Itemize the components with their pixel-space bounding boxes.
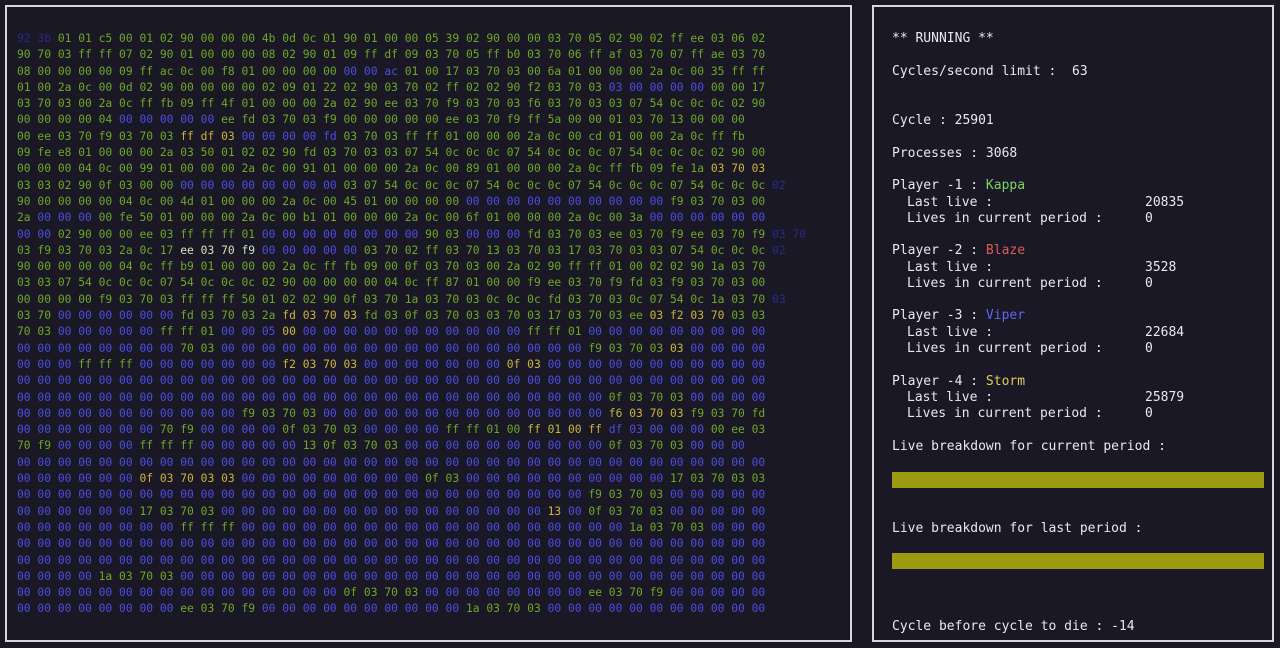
cycle-to-die-label: Cycle before cycle to die : bbox=[892, 619, 1104, 634]
player-3-last-live-value: 22684 bbox=[1145, 325, 1185, 340]
player-1-lives-label: Lives in current period : bbox=[907, 211, 1103, 226]
memory-row: 00 00 00 00 00 00 00 00 ff ff ff 00 00 0… bbox=[17, 520, 766, 534]
memory-row: 01 00 2a 0c 00 0d 02 90 00 00 00 00 02 0… bbox=[17, 80, 766, 94]
cycles-limit-value: 63 bbox=[1072, 64, 1088, 79]
run-state: ** RUNNING ** bbox=[892, 31, 994, 46]
memory-row: 03 70 00 00 00 00 00 00 fd 03 70 03 2a f… bbox=[17, 309, 766, 323]
processes-row: Processes : 3068 bbox=[892, 146, 1017, 161]
player-4-label: Player -4 : bbox=[892, 374, 979, 389]
player-4-name: Storm bbox=[985, 374, 1026, 389]
player-2-name: Blaze bbox=[985, 243, 1026, 258]
player-3-label: Player -3 : bbox=[892, 308, 979, 323]
memory-row: 00 00 00 00 00 00 00 00 00 00 00 00 00 0… bbox=[17, 390, 766, 404]
memory-row: 00 00 00 ff ff ff 00 00 00 00 00 00 00 f… bbox=[17, 357, 766, 371]
player-1-header: Player -1 : Kappa bbox=[892, 178, 1025, 193]
player-4-last-live-label: Last live : bbox=[907, 390, 994, 405]
player-4-header: Player -4 : Storm bbox=[892, 374, 1025, 389]
cycle-value: 25901 bbox=[954, 113, 994, 128]
player-4-lives-value: 0 bbox=[1145, 406, 1153, 421]
memory-row: 00 00 02 90 00 00 ee 03 ff ff ff 01 00 0… bbox=[17, 227, 807, 241]
memory-row: 00 00 00 00 04 00 00 00 00 00 ee fd 03 7… bbox=[17, 113, 745, 127]
memory-row: 00 00 00 00 00 00 00 00 ee 03 70 f9 00 0… bbox=[17, 602, 766, 616]
processes-value: 3068 bbox=[985, 146, 1018, 161]
player-2-lives-label: Lives in current period : bbox=[907, 276, 1103, 291]
status-panel: ** RUNNING ** Cycles/second limit : 63 C… bbox=[872, 5, 1274, 642]
player-1-label: Player -1 : bbox=[892, 178, 979, 193]
player-1-last-live-label: Last live : bbox=[907, 195, 994, 210]
player-3-lives-value: 0 bbox=[1145, 341, 1153, 356]
memory-row: 00 00 00 00 f9 03 70 03 ff ff ff 50 01 0… bbox=[17, 292, 786, 306]
cycle-row: Cycle : 25901 bbox=[892, 113, 994, 128]
cycles-limit-row: Cycles/second limit : 63 bbox=[892, 64, 1088, 79]
memory-row: 00 00 00 00 00 00 00 70 f9 00 00 00 00 0… bbox=[17, 423, 766, 437]
player-2-label: Player -2 : bbox=[892, 243, 979, 258]
memory-row: 70 03 00 00 00 00 00 ff ff 01 00 00 05 0… bbox=[17, 325, 766, 339]
memory-row: 00 00 00 00 00 00 00 00 00 00 00 00 00 0… bbox=[17, 553, 766, 567]
breakdown-current-label: Live breakdown for current period : bbox=[892, 439, 1166, 454]
player-3-last-live-label: Last live : bbox=[907, 325, 994, 340]
memory-row: 90 70 03 ff ff 07 02 90 01 00 00 00 08 0… bbox=[17, 48, 766, 62]
memory-row: 00 00 00 00 00 00 00 00 00 00 00 00 00 0… bbox=[17, 488, 766, 502]
memory-row: 00 00 00 04 0c 00 99 01 00 00 00 2a 0c 0… bbox=[17, 162, 766, 176]
memory-row: 00 00 00 00 00 00 00 00 00 00 00 00 00 0… bbox=[17, 537, 766, 551]
player-2-header: Player -2 : Blaze bbox=[892, 243, 1025, 258]
memory-row: 08 00 00 00 00 09 ff ac 0c 00 f8 01 00 0… bbox=[17, 64, 766, 78]
player-3-lives-label: Lives in current period : bbox=[907, 341, 1103, 356]
memory-row: 70 f9 00 00 00 00 ff ff ff 00 00 00 00 0… bbox=[17, 439, 745, 453]
player-1-lives-value: 0 bbox=[1145, 211, 1153, 226]
cycle-to-die-row: Cycle before cycle to die : -14 bbox=[892, 619, 1135, 634]
memory-row: 00 00 00 00 00 00 00 00 00 00 00 00 00 0… bbox=[17, 586, 766, 600]
memory-row: 00 ee 03 70 f9 03 70 03 ff df 03 00 00 0… bbox=[17, 129, 745, 143]
player-3-header: Player -3 : Viper bbox=[892, 308, 1025, 323]
memory-row: 03 03 02 90 0f 03 00 00 00 00 00 00 00 0… bbox=[17, 178, 786, 192]
breakdown-last-label: Live breakdown for last period : bbox=[892, 521, 1143, 536]
memory-row: 00 00 00 00 00 00 00 00 00 00 00 f9 03 7… bbox=[17, 406, 766, 420]
cycle-to-die-value: -14 bbox=[1111, 619, 1135, 634]
player-3-name: Viper bbox=[985, 308, 1026, 323]
cycles-limit-label: Cycles/second limit : bbox=[892, 64, 1057, 79]
player-1-name: Kappa bbox=[985, 178, 1026, 193]
player-2-last-live-value: 3528 bbox=[1145, 260, 1177, 275]
cycle-label: Cycle : bbox=[892, 113, 947, 128]
memory-dump: 92 3b 01 01 c5 00 01 02 90 00 00 00 4b 0… bbox=[17, 31, 806, 618]
memory-row: 00 00 00 00 00 00 0f 03 70 03 03 00 00 0… bbox=[17, 472, 766, 486]
memory-row: 00 00 00 00 00 00 17 03 70 03 00 00 00 0… bbox=[17, 504, 766, 518]
memory-row: 00 00 00 00 00 00 00 00 70 03 00 00 00 0… bbox=[17, 341, 766, 355]
memory-row: 00 00 00 00 1a 03 70 03 00 00 00 00 00 0… bbox=[17, 569, 766, 583]
player-4-last-live-value: 25879 bbox=[1145, 390, 1185, 405]
memory-row: 90 00 00 00 00 04 0c 00 4d 01 00 00 00 2… bbox=[17, 194, 766, 208]
player-2-lives-value: 0 bbox=[1145, 276, 1153, 291]
memory-row: 09 fe e8 01 00 00 00 2a 03 50 01 02 02 9… bbox=[17, 146, 766, 160]
memory-row: 90 00 00 00 00 04 0c ff b9 01 00 00 00 2… bbox=[17, 260, 766, 274]
memory-row: 00 00 00 00 00 00 00 00 00 00 00 00 00 0… bbox=[17, 374, 766, 388]
memory-row: 00 00 00 00 00 00 00 00 00 00 00 00 00 0… bbox=[17, 455, 766, 469]
player-1-last-live-value: 20835 bbox=[1145, 195, 1185, 210]
arena-panel: 92 3b 01 01 c5 00 01 02 90 00 00 00 4b 0… bbox=[5, 5, 852, 642]
memory-row: 03 f9 03 70 03 2a 0c 17 ee 03 70 f9 00 0… bbox=[17, 243, 786, 257]
memory-row: 03 03 07 54 0c 0c 0c 07 54 0c 0c 0c 02 9… bbox=[17, 276, 766, 290]
memory-row: 03 70 03 00 2a 0c ff fb 09 ff 4f 01 00 0… bbox=[17, 97, 766, 111]
memory-row: 2a 00 00 00 00 fe 50 01 00 00 00 2a 0c 0… bbox=[17, 211, 766, 225]
processes-label: Processes : bbox=[892, 146, 979, 161]
player-2-last-live-label: Last live : bbox=[907, 260, 994, 275]
memory-row: 92 3b 01 01 c5 00 01 02 90 00 00 00 4b 0… bbox=[17, 32, 766, 45]
player-4-lives-label: Lives in current period : bbox=[907, 406, 1103, 421]
breakdown-last-bar bbox=[892, 553, 1264, 569]
breakdown-current-bar bbox=[892, 472, 1264, 488]
